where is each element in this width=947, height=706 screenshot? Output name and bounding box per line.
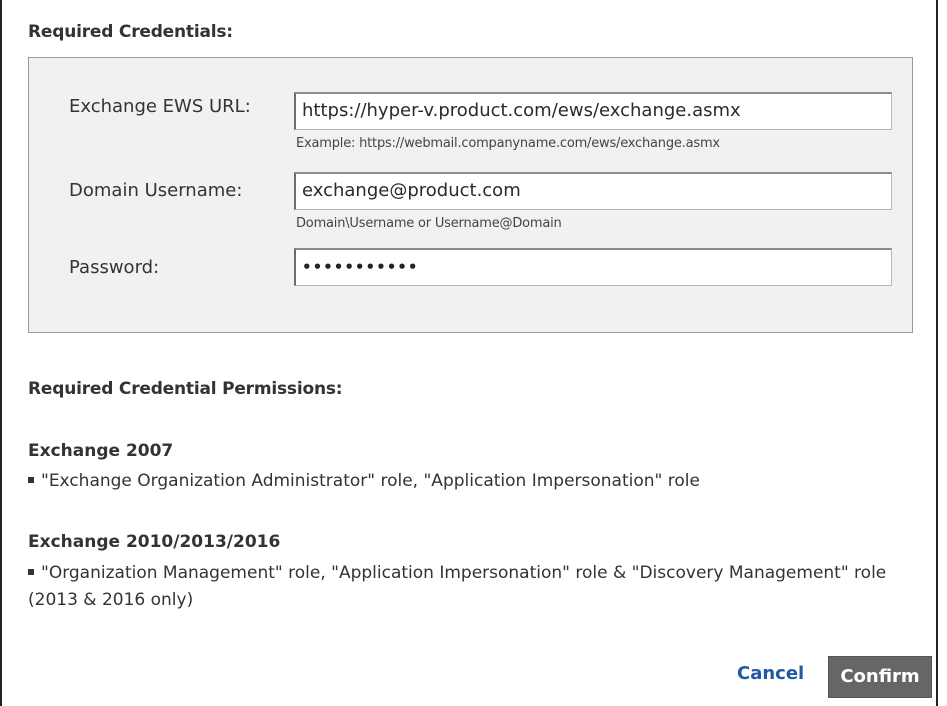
domain-username-label: Domain Username:: [69, 180, 243, 201]
credentials-box: Exchange EWS URL: https://hyper-v.produc…: [28, 57, 913, 333]
bullet-icon: [28, 568, 34, 575]
cancel-button[interactable]: Cancel: [737, 663, 804, 684]
ews-url-label: Exchange EWS URL:: [69, 96, 251, 117]
required-permissions-title: Required Credential Permissions:: [28, 379, 343, 399]
exchange-2010-text: "Organization Management" role, "Applica…: [28, 563, 887, 610]
exchange-2010-title: Exchange 2010/2013/2016: [28, 532, 281, 552]
required-credentials-title: Required Credentials:: [28, 22, 233, 42]
bullet-icon: [28, 476, 34, 483]
exchange-2007-permissions: "Exchange Organization Administrator" ro…: [28, 468, 898, 495]
domain-username-hint: Domain\Username or Username@Domain: [296, 216, 562, 231]
domain-username-input[interactable]: exchange@product.com: [294, 172, 892, 210]
exchange-2010-permissions: "Organization Management" role, "Applica…: [28, 560, 898, 614]
confirm-button[interactable]: Confirm: [828, 656, 932, 698]
exchange-2007-title: Exchange 2007: [28, 441, 174, 461]
password-masked-value: •••••••••••: [302, 258, 419, 276]
credentials-dialog: Required Credentials: Exchange EWS URL: …: [0, 0, 938, 706]
password-input[interactable]: •••••••••••: [294, 248, 892, 286]
ews-url-hint: Example: https://webmail.companyname.com…: [296, 136, 720, 151]
exchange-2007-text: "Exchange Organization Administrator" ro…: [41, 471, 700, 491]
ews-url-input[interactable]: https://hyper-v.product.com/ews/exchange…: [294, 92, 892, 130]
password-label: Password:: [69, 257, 160, 278]
